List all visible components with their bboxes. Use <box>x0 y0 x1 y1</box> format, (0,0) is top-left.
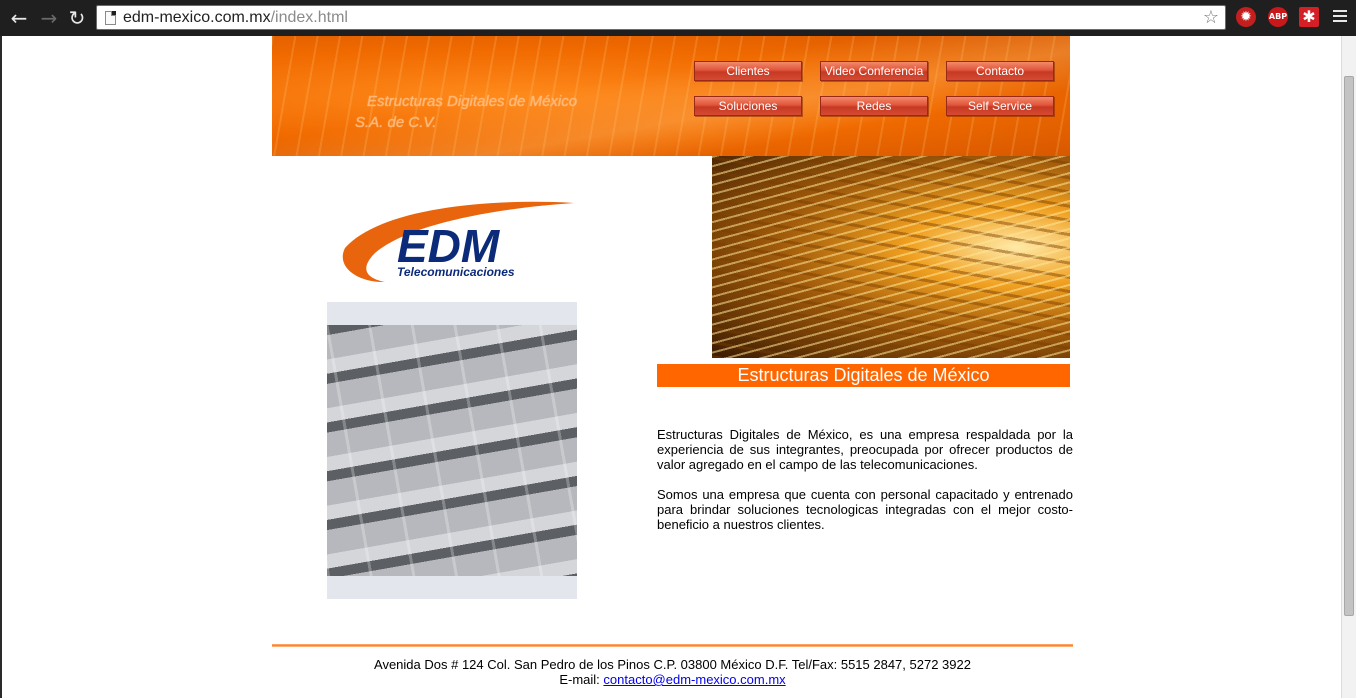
footer-email-line: E-mail: contacto@edm-mexico.com.mx <box>272 672 1073 687</box>
browser-toolbar: ← → ↻ edm-mexico.com.mx/index.html ☆ ✹ A… <box>0 0 1356 36</box>
company-suffix: S.A. de C.V. <box>355 114 437 131</box>
scrollbar-thumb[interactable] <box>1344 76 1354 616</box>
nav-self-service-button[interactable]: Self Service <box>946 96 1054 116</box>
extension-icon[interactable]: ✹ <box>1236 7 1256 27</box>
vertical-scrollbar[interactable] <box>1341 36 1356 698</box>
edm-logo: EDM Telecomunicaciones <box>342 201 574 283</box>
lastpass-icon[interactable]: ✱ <box>1299 7 1319 27</box>
page-content: Estructuras Digitales de México S.A. de … <box>272 36 1073 698</box>
company-name: Estructuras Digitales de México <box>367 93 578 110</box>
nav-video-conferencia-button[interactable]: Video Conferencia <box>820 61 928 81</box>
logo-tagline: Telecomunicaciones <box>397 265 515 279</box>
section-title: Estructuras Digitales de México <box>657 364 1070 387</box>
url-path: /index.html <box>270 9 348 26</box>
nav-contacto-button[interactable]: Contacto <box>946 61 1054 81</box>
fiber-optic-image <box>712 156 1070 358</box>
url-host: edm-mexico.com.mx <box>123 9 271 26</box>
footer-divider <box>272 644 1073 647</box>
menu-icon[interactable] <box>1333 10 1347 25</box>
adblock-plus-icon[interactable]: ABP <box>1268 7 1288 27</box>
server-racks-image <box>327 302 577 599</box>
reload-icon[interactable]: ↻ <box>65 6 89 30</box>
header-banner: Estructuras Digitales de México S.A. de … <box>272 36 1070 156</box>
star-icon[interactable]: ☆ <box>1203 7 1219 28</box>
server-racks-photo <box>327 325 577 576</box>
email-link[interactable]: contacto@edm-mexico.com.mx <box>603 672 785 687</box>
nav-clientes-button[interactable]: Clientes <box>694 61 802 81</box>
nav-soluciones-button[interactable]: Soluciones <box>694 96 802 116</box>
email-label: E-mail: <box>559 672 604 687</box>
forward-icon[interactable]: → <box>37 6 61 30</box>
back-icon[interactable]: ← <box>7 6 31 30</box>
address-bar[interactable]: edm-mexico.com.mx/index.html ☆ <box>96 5 1226 30</box>
footer-address: Avenida Dos # 124 Col. San Pedro de los … <box>374 657 971 672</box>
services-paragraph: Somos una empresa que cuenta con persona… <box>657 487 1073 532</box>
intro-paragraph: Estructuras Digitales de México, es una … <box>657 427 1073 472</box>
url-text[interactable]: edm-mexico.com.mx/index.html <box>123 9 348 27</box>
page-icon <box>105 11 116 25</box>
nav-redes-button[interactable]: Redes <box>820 96 928 116</box>
window-edge <box>0 36 2 698</box>
